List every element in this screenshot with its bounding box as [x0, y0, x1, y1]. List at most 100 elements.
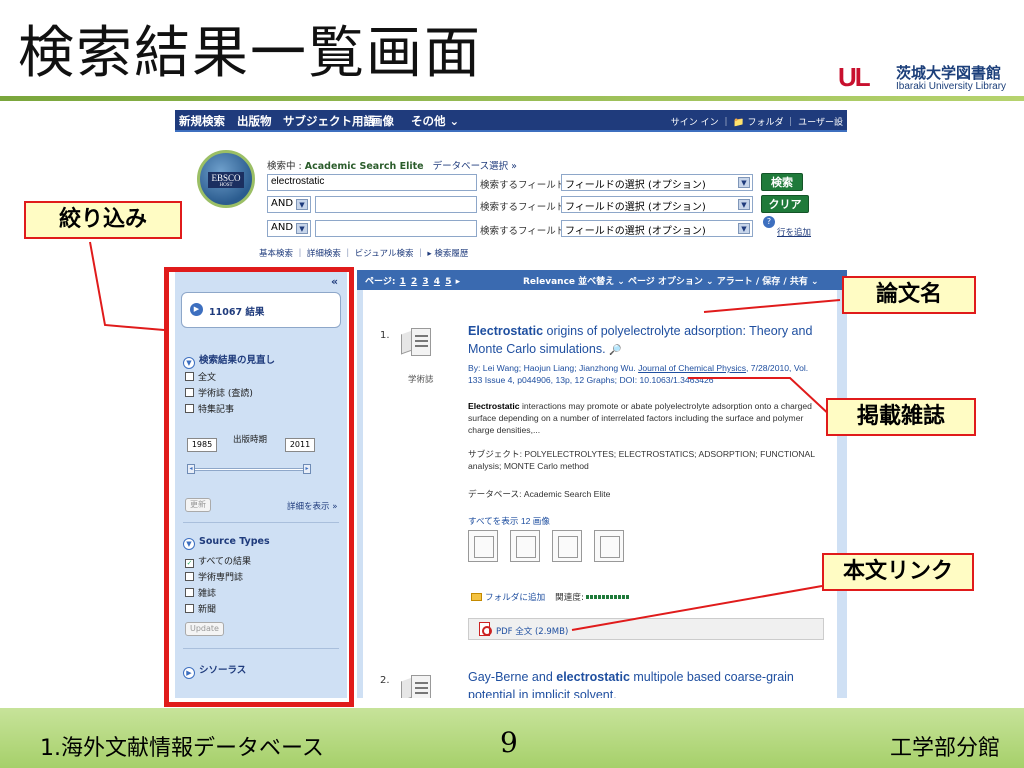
result-options-menu[interactable]: Relevance 並べ替え ⌄ ページ オプション ⌄ アラート / 保存 /… — [523, 274, 819, 287]
slide-footer: 1.海外文献情報データベース 9 工学部分館 — [0, 708, 1024, 768]
clear-button[interactable]: クリア — [761, 195, 809, 213]
result-number: 2. — [380, 675, 390, 686]
view-all-images-link[interactable]: すべてを表示 12 画像 — [468, 515, 550, 527]
field-select-2-value: フィールドの選択 (オプション) — [565, 202, 706, 213]
result-database: データベース: Academic Search Elite — [468, 489, 611, 499]
add-to-folder-link[interactable]: フォルダに追加 — [485, 593, 545, 603]
pagination: ページ: 1 2 3 4 5 ▸ — [365, 274, 460, 287]
folder-icon — [471, 593, 482, 601]
result-subjects: サブジェクト: POLYELECTROLYTES; ELECTROSTATICS… — [468, 449, 815, 471]
academic-journal-icon — [401, 675, 433, 698]
refine-connector — [89, 241, 165, 331]
chevron-down-icon: ▼ — [738, 199, 750, 210]
search-input-3[interactable] — [315, 220, 477, 237]
result-number: 1. — [380, 330, 390, 341]
field-label-1: 検索するフィールド — [480, 180, 566, 191]
authors: By: Lei Wang; Haojun Liang; Jianzhong Wu… — [468, 363, 639, 373]
bool-select-2[interactable]: AND ▼ — [267, 196, 311, 213]
database-name: Academic Search Elite — [304, 161, 424, 172]
image-thumbnail[interactable] — [552, 530, 582, 562]
callout-fulltext-link: 本文リンク — [822, 553, 974, 591]
journal-link[interactable]: Journal of Chemical Physics — [638, 363, 746, 373]
field-label-3: 検索するフィールド — [480, 226, 566, 237]
field-select-2[interactable]: フィールドの選択 (オプション) ▼ — [561, 196, 753, 213]
chevron-down-icon: ▼ — [296, 223, 308, 234]
page-link[interactable]: 5 — [445, 277, 451, 287]
slide: 検索結果一覧画面 UL 茨城大学図書館 Ibaraki University L… — [0, 0, 1024, 768]
next-page-icon[interactable]: ▸ — [456, 277, 461, 287]
relevance-label: 関連度: — [555, 593, 584, 603]
add-row-link[interactable]: 行を追加 — [777, 226, 811, 238]
preview-icon[interactable]: 🔎 — [609, 345, 621, 356]
footer-branch: 工学部分館 — [890, 736, 1001, 761]
page-link[interactable]: 4 — [434, 277, 440, 287]
result-title-prefix: Gay-Berne and — [468, 670, 557, 684]
search-mode-links[interactable]: 基本検索 ｜ 詳細検索 ｜ ビジュアル検索 ｜ ▸ 検索履歴 — [259, 247, 468, 259]
result-title-link[interactable]: Electrostatic origins of polyelectrolyte… — [468, 322, 828, 360]
academic-journal-icon — [401, 328, 433, 364]
relevance-bar — [585, 595, 630, 599]
results-toolbar: ページ: 1 2 3 4 5 ▸ Relevance 並べ替え ⌄ ページ オプ… — [357, 270, 847, 290]
search-input-1[interactable]: electrostatic — [267, 174, 477, 191]
result-byline: By: Lei Wang; Haojun Liang; Jianzhong Wu… — [468, 362, 824, 386]
nav-images[interactable]: 画像 — [371, 113, 394, 129]
field-label-2: 検索するフィールド — [480, 202, 566, 213]
image-thumbnail[interactable] — [594, 530, 624, 562]
search-input-2[interactable] — [315, 196, 477, 213]
bool-select-3[interactable]: AND ▼ — [267, 220, 311, 237]
pages-label: ページ: — [365, 277, 396, 287]
result-title-highlight: Electrostatic — [468, 324, 544, 338]
pdf-fulltext-link[interactable]: PDF 全文 (2.9MB) — [496, 625, 568, 637]
field-select-3-value: フィールドの選択 (オプション) — [565, 226, 706, 237]
abstract-highlight: Electrostatic — [468, 401, 520, 411]
fulltext-bar: PDF 全文 (2.9MB) — [468, 618, 824, 640]
nav-more[interactable]: その他 ⌄ — [411, 113, 459, 129]
callout-refine: 絞り込み — [24, 201, 182, 239]
result-title-highlight: electrostatic — [556, 670, 630, 684]
search-button[interactable]: 検索 — [761, 173, 803, 191]
nav-account-links[interactable]: サイン イン ｜ 📁 フォルダ ｜ ユーザー設 — [671, 115, 843, 128]
result-abstract: Electrostatic interactions may promote o… — [468, 400, 824, 436]
publication-type: 学術誌 — [408, 375, 434, 385]
callout-article-title: 論文名 — [842, 276, 976, 314]
add-to-folder-row: フォルダに追加 関連度: — [471, 591, 630, 603]
chevron-down-icon: ▼ — [296, 199, 308, 210]
ebsco-logo-sub: HOST — [219, 183, 233, 188]
pdf-icon — [479, 622, 492, 636]
page-number: 9 — [500, 726, 518, 759]
result-title-link[interactable]: Gay-Berne and electrostatic multipole ba… — [468, 668, 828, 698]
searching-label: 検索中 : — [267, 161, 302, 172]
bool-select-3-value: AND — [271, 222, 294, 233]
image-thumbnail[interactable] — [510, 530, 540, 562]
refine-highlight-frame — [164, 267, 354, 707]
field-select-1[interactable]: フィールドの選択 (オプション) ▼ — [561, 174, 753, 191]
library-logo-en: Ibaraki University Library — [896, 81, 1007, 92]
choose-database-link[interactable]: データベース選択 » — [433, 161, 517, 172]
field-select-1-value: フィールドの選択 (オプション) — [565, 180, 706, 191]
page-link[interactable]: 3 — [422, 277, 428, 287]
image-thumbnails — [468, 530, 638, 566]
library-logo-mark: UL — [838, 62, 871, 92]
page-link[interactable]: 1 — [400, 277, 406, 287]
top-nav: 新規検索 出版物 サブジェクト用語 画像 その他 ⌄ サイン イン ｜ 📁 フォ… — [175, 110, 847, 132]
ebsco-logo: EBSCO HOST — [197, 150, 255, 208]
nav-subject-terms[interactable]: サブジェクト用語 — [283, 113, 375, 129]
abstract-text: interactions may promote or abate polyel… — [468, 401, 812, 435]
footer-section: 1.海外文献情報データベース — [40, 736, 324, 761]
nav-publications[interactable]: 出版物 — [237, 113, 272, 129]
page-link[interactable]: 2 — [411, 277, 417, 287]
chevron-down-icon: ▼ — [738, 177, 750, 188]
callout-journal: 掲載雑誌 — [826, 398, 976, 436]
library-logo-jp: 茨城大学図書館 — [896, 64, 1002, 82]
title-divider — [0, 96, 1024, 101]
slide-title: 検索結果一覧画面 — [18, 21, 482, 86]
help-icon[interactable]: ? — [763, 216, 775, 228]
image-thumbnail[interactable] — [468, 530, 498, 562]
bool-select-2-value: AND — [271, 198, 294, 209]
searching-db: 検索中 : Academic Search Elite データベース選択 » — [267, 158, 517, 172]
ebsco-logo-text: EBSCO — [211, 173, 241, 183]
field-select-3[interactable]: フィールドの選択 (オプション) ▼ — [561, 220, 753, 237]
nav-new-search[interactable]: 新規検索 — [179, 113, 225, 129]
library-logo: UL 茨城大学図書館 Ibaraki University Library — [838, 62, 1018, 94]
chevron-down-icon: ▼ — [738, 223, 750, 234]
